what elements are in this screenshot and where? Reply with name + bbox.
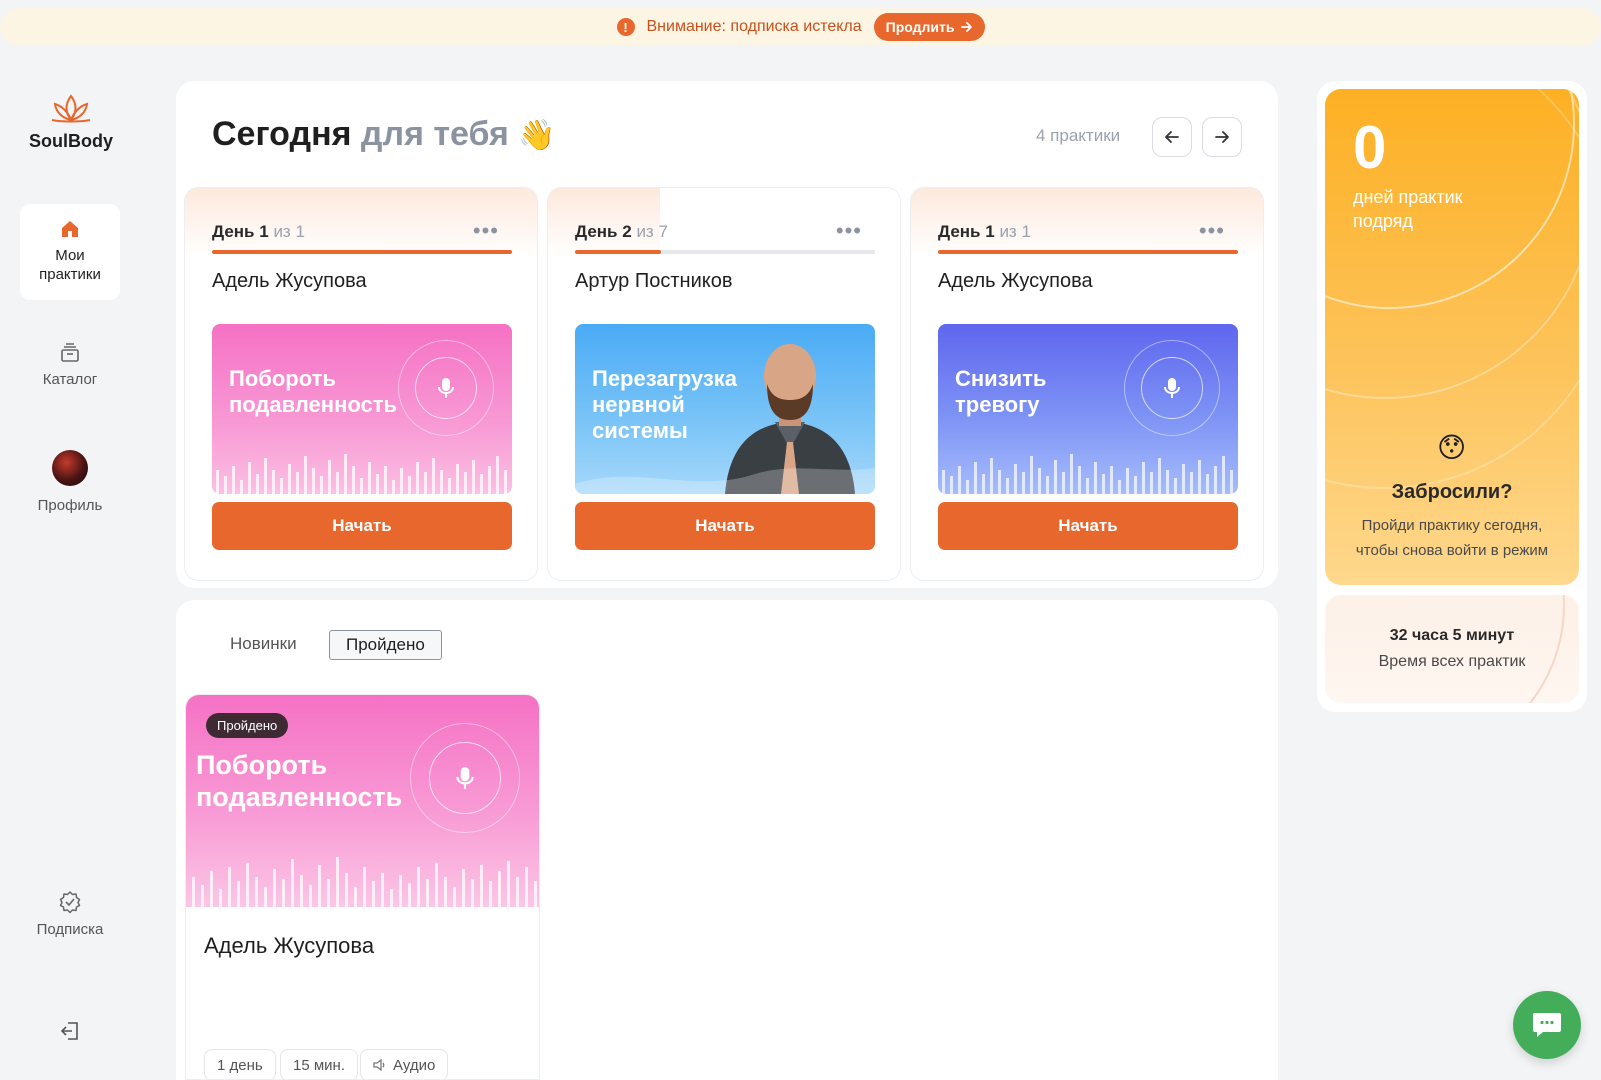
- warning-icon: !: [616, 18, 635, 36]
- total-time-value: 32 часа 5 минут: [1389, 627, 1515, 644]
- renew-button-label: Продлить: [885, 19, 955, 35]
- sidebar-item-profile[interactable]: Профиль: [20, 450, 120, 515]
- practice-thumbnail[interactable]: Перезагрузка нервной системы: [575, 324, 875, 494]
- logo-text: SoulBody: [29, 131, 113, 151]
- duration-minutes-chip: 15 мин.: [280, 1049, 358, 1079]
- practice-card[interactable]: День 2 из 7 ••• Артур Постников Перезагр…: [547, 187, 901, 581]
- page-title-main: Сегодня: [212, 115, 352, 153]
- completed-practice-card[interactable]: Пройдено Побороть подавленность Адель Жу…: [185, 694, 540, 1080]
- start-button[interactable]: Начать: [938, 502, 1238, 550]
- waveform: [942, 454, 1233, 494]
- today-panel: Сегодня для тебя 👋 4 практики День 1 из …: [176, 81, 1278, 588]
- banner-text: Внимание: подписка истекла: [646, 18, 862, 35]
- streak-value: 0: [1353, 114, 1387, 181]
- start-button[interactable]: Начать: [212, 502, 512, 550]
- tab-done[interactable]: Пройдено: [329, 630, 442, 660]
- renew-button[interactable]: Продлить: [873, 13, 985, 41]
- thumbnail-title: Снизить тревогу: [955, 366, 1047, 417]
- day-label: День 1 из 1: [938, 222, 1031, 241]
- waving-hand-icon: 👋: [518, 119, 556, 152]
- streak-label: дней практик подряд: [1353, 187, 1463, 231]
- avatar: [52, 450, 88, 486]
- waveform: [192, 857, 537, 907]
- catalog-icon: [20, 342, 120, 364]
- sidebar-item-label: Мои практики: [39, 247, 101, 283]
- total-time-label: Время всех практик: [1378, 653, 1526, 670]
- more-options-icon[interactable]: •••: [836, 218, 862, 244]
- day-progress: [575, 250, 875, 254]
- chat-button[interactable]: [1513, 991, 1581, 1059]
- day-progress: [938, 250, 1238, 254]
- hushed-face-icon: 😯: [1437, 432, 1467, 463]
- arrow-right-icon: [1215, 131, 1229, 143]
- practices-list-panel: Новинки Пройдено Пройдено Побороть подав…: [176, 600, 1278, 1080]
- stats-panel: 0 дней практик подряд 😯 Забросили? Пройд…: [1317, 81, 1587, 712]
- logo[interactable]: SoulBody: [28, 94, 114, 152]
- status-badge: Пройдено: [206, 713, 289, 738]
- arrow-left-icon: [1165, 131, 1179, 143]
- author-name: Адель Жусупова: [204, 933, 375, 958]
- speaker-icon: [373, 1058, 385, 1072]
- subscription-banner: ! Внимание: подписка истекла Продлить: [0, 8, 1601, 46]
- page-title: Сегодня для тебя 👋: [212, 115, 556, 154]
- page-title-muted: для тебя: [360, 115, 509, 153]
- prev-button[interactable]: [1152, 117, 1192, 157]
- tab-new[interactable]: Новинки: [214, 630, 313, 658]
- streak-title: Забросили?: [1391, 481, 1513, 503]
- waveform: [216, 454, 507, 494]
- author-name: Адель Жусупова: [938, 270, 1093, 292]
- microphone-icon: [429, 742, 501, 814]
- sidebar-item-catalog[interactable]: Каталог: [20, 342, 120, 389]
- day-label: День 2 из 7: [575, 222, 668, 241]
- sidebar-item-subscription[interactable]: Подписка: [20, 890, 120, 939]
- more-options-icon[interactable]: •••: [473, 218, 499, 244]
- sidebar-item-label: Каталог: [42, 371, 98, 388]
- practice-card[interactable]: День 1 из 1 ••• Адель Жусупова Снизить т…: [910, 187, 1264, 581]
- thumbnail-title: Побороть подавленность: [196, 750, 403, 812]
- total-time-card: 32 часа 5 минут Время всех практик: [1325, 595, 1579, 703]
- chat-icon: [1533, 1013, 1561, 1037]
- author-name: Адель Жусупова: [212, 270, 367, 292]
- next-button[interactable]: [1202, 117, 1242, 157]
- subscription-check-icon: [20, 890, 120, 914]
- sidebar: SoulBody Мои практики Каталог Профиль По…: [0, 80, 140, 1080]
- arrow-right-icon: [960, 22, 972, 32]
- duration-days-chip: 1 день: [204, 1049, 276, 1079]
- logout-button[interactable]: [20, 1020, 120, 1048]
- practices-count: 4 практики: [1036, 126, 1121, 145]
- logout-icon: [20, 1020, 120, 1042]
- sidebar-item-my-practices[interactable]: Мои практики: [20, 204, 120, 300]
- more-options-icon[interactable]: •••: [1199, 218, 1225, 244]
- streak-text: Пройди практику сегодня, чтобы снова вой…: [1355, 517, 1549, 559]
- home-icon: [20, 218, 120, 240]
- lotus-icon: [51, 94, 91, 123]
- audio-chip: Аудио: [360, 1049, 449, 1079]
- streak-card: 0 дней практик подряд 😯 Забросили? Пройд…: [1325, 89, 1579, 585]
- sidebar-item-label: Подписка: [36, 921, 104, 938]
- practice-thumbnail[interactable]: Снизить тревогу: [938, 324, 1238, 494]
- sidebar-item-label: Профиль: [37, 497, 103, 514]
- day-label: День 1 из 1: [212, 222, 305, 241]
- practice-thumbnail[interactable]: Пройдено Побороть подавленность: [186, 695, 539, 907]
- practice-thumbnail[interactable]: Побороть подавленность: [212, 324, 512, 494]
- start-button[interactable]: Начать: [575, 502, 875, 550]
- microphone-icon: [415, 357, 477, 419]
- day-progress: [212, 250, 512, 254]
- microphone-icon: [1141, 357, 1203, 419]
- thumbnail-title: Побороть подавленность: [229, 366, 398, 417]
- practice-card[interactable]: День 1 из 1 ••• Адель Жусупова Побороть …: [184, 187, 538, 581]
- author-name: Артур Постников: [575, 270, 733, 292]
